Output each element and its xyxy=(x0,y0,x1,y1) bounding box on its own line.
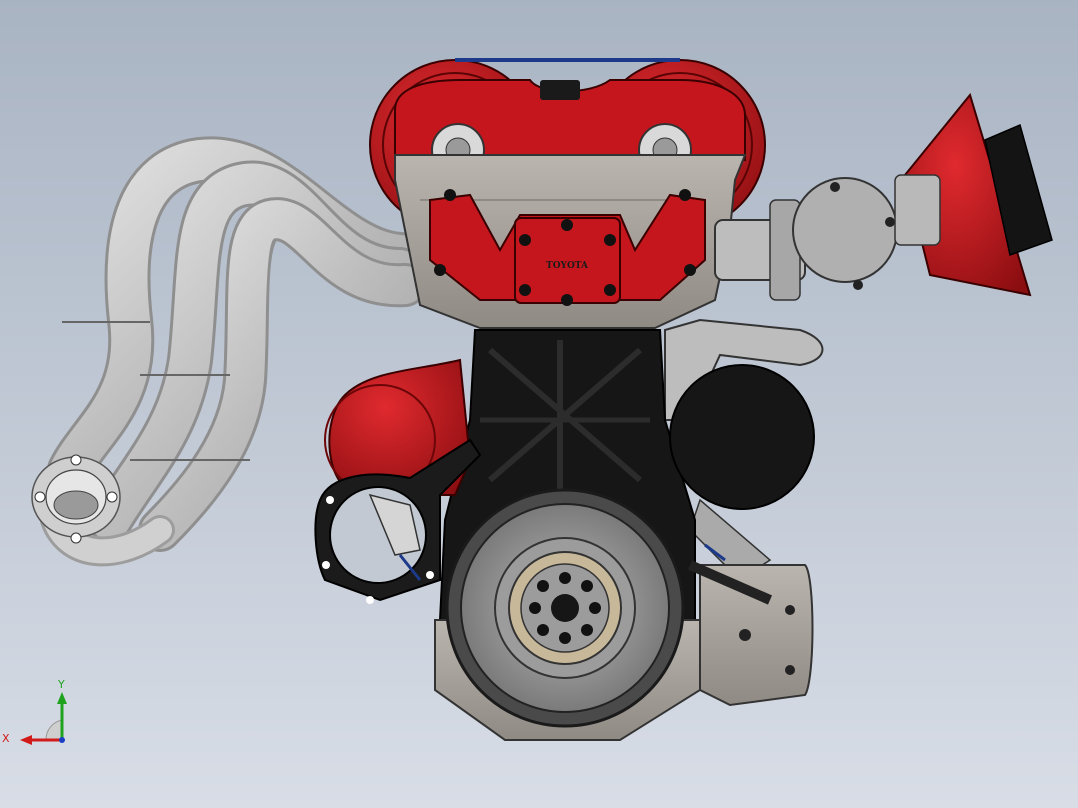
toyota-logo: TOYOTA xyxy=(546,261,589,271)
triad-y-label: Y xyxy=(58,678,65,691)
oil-pump-housing[interactable] xyxy=(687,560,814,707)
triad-plane-icon xyxy=(45,719,63,741)
reference-triad: Y X xyxy=(2,678,76,754)
cylinder-head[interactable]: TOYOTA xyxy=(394,154,747,329)
flywheel[interactable] xyxy=(445,488,685,728)
z-axis-dot-icon xyxy=(59,737,65,743)
oil-filter[interactable] xyxy=(669,364,815,510)
velocity-stack[interactable] xyxy=(894,92,1053,297)
triad-x-label: X xyxy=(2,732,10,745)
graphics-viewport[interactable]: TOYOTA Y X xyxy=(0,0,1078,808)
engine-3d-model[interactable]: TOYOTA xyxy=(0,0,1078,808)
